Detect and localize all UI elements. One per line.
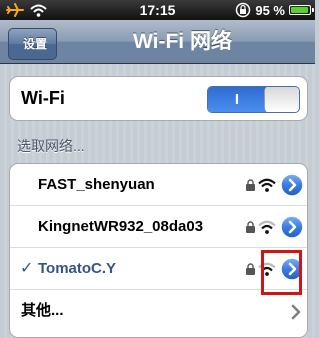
battery-icon (289, 5, 314, 15)
wifi-strength-icon (258, 220, 276, 234)
detail-disclosure-icon[interactable] (280, 215, 304, 239)
wifi-label: Wi-Fi (21, 88, 65, 108)
other-network-label: 其他... (21, 302, 64, 319)
page-title: Wi-Fi 网络 (133, 30, 232, 53)
battery-percent: 95 % (255, 2, 285, 18)
orientation-lock-icon (236, 2, 251, 18)
chevron-right-icon (291, 304, 301, 320)
wifi-toggle-switch[interactable]: I (207, 86, 300, 113)
lock-icon (246, 179, 255, 191)
status-bar: 17:15 95 % (0, 0, 315, 20)
navigation-bar: 设置 Wi-Fi 网络 (0, 20, 315, 64)
battery-level-fill (291, 7, 309, 13)
battery-cap (312, 8, 314, 12)
wifi-strength-icon (258, 178, 276, 192)
lock-icon (246, 263, 255, 275)
section-header: 选取网络... (17, 138, 85, 154)
detail-disclosure-icon[interactable] (280, 257, 304, 281)
other-network-row[interactable]: 其他... (10, 290, 307, 332)
network-name: FAST_shenyuan (38, 176, 155, 193)
network-row-selected[interactable]: ✓ TomatoC.Y (10, 248, 307, 290)
toggle-on-label: I (208, 87, 266, 112)
back-button-label: 设置 (23, 37, 48, 51)
detail-disclosure-icon[interactable] (280, 173, 304, 197)
back-arrow-icon (0, 28, 26, 59)
network-name: TomatoC.Y (38, 260, 117, 277)
network-name: KingnetWR932_08da03 (38, 218, 204, 235)
status-bar-right: 95 % (235, 0, 314, 20)
wifi-strength-icon (258, 262, 276, 276)
network-row[interactable]: KingnetWR932_08da03 (10, 206, 307, 248)
toggle-knob (264, 87, 299, 112)
wifi-toggle-cell: Wi-Fi I (9, 76, 308, 121)
network-row[interactable]: FAST_shenyuan (10, 164, 307, 206)
check-icon: ✓ (20, 260, 34, 277)
network-list: FAST_shenyuan KingnetWR932_08da03 ✓ Toma… (9, 163, 308, 338)
back-button[interactable]: 设置 (0, 28, 58, 60)
lock-icon (246, 221, 255, 233)
